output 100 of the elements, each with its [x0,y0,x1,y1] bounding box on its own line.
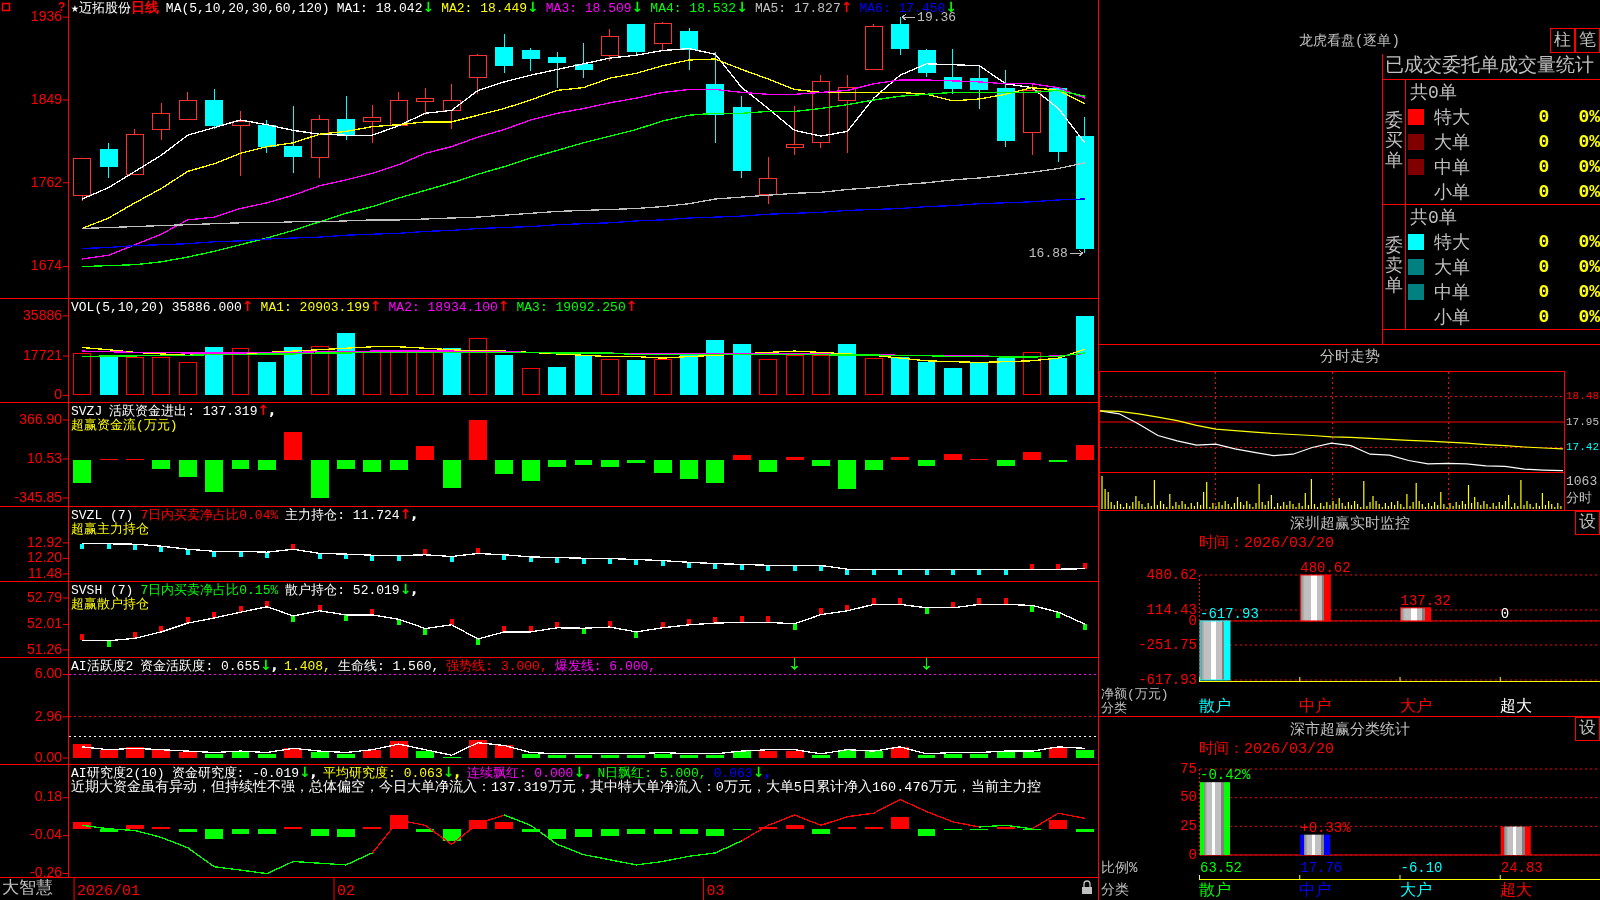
axis-label: 35886 [23,306,62,323]
order-count: 0 [1537,156,1551,177]
axis-title: 分类 [1100,881,1130,900]
axis-title: 分类 [1101,702,1128,716]
legend-text: SVSH (7) [71,583,134,598]
axis-label: 0 [1188,846,1197,863]
category-label: 大户 [1399,882,1433,900]
panel-title: 深市超赢分类统计 [1289,720,1410,739]
order-count: 0 [1537,132,1551,152]
category-label: 中户 [1299,882,1333,900]
date-text: 时间：2026/03/20 [1199,741,1334,758]
axis-label: 52.01 [26,615,62,632]
order-percent: 0% [1577,257,1600,277]
brand-name: 大智慧 [2,879,53,899]
legend-text: ↓ [299,765,311,780]
axis-label: -345.85 [14,488,62,505]
order-size-label: 大单 [1433,132,1471,154]
value-label: 63.52 [1200,860,1242,876]
axis-label: -251.75 [1138,636,1197,653]
legend-text: SVZJ [71,404,103,419]
order-count: 0 [1537,181,1551,202]
side-label: 委卖单 [1385,237,1403,297]
order-count: 0 [1537,257,1551,277]
category-label: 超大 [1499,882,1533,900]
axis-label: 17721 [23,346,62,363]
legend-text: 1.408, [284,659,331,674]
legend-text: MA3: 18.509 [545,1,632,16]
category-label: 超大 [1499,698,1533,716]
axis-label: -617.93 [1138,671,1197,688]
order-percent: 0% [1577,281,1600,302]
indicator-caption: 超赢资金流(万元) [71,418,178,433]
legend-text: , [454,765,460,780]
axis-title: 比例% [1101,860,1138,876]
axis-label: 52.79 [26,588,62,605]
legend-text: 0.063 [713,766,753,781]
legend-text: MA1: 18.042 [336,1,423,16]
price-label: 16.88 [1028,245,1068,261]
axis-label: 1063 [1566,473,1598,490]
axis-label: 12.92 [26,533,62,550]
axis-label: 分时 [1566,490,1593,507]
category-label: 中户 [1299,698,1333,716]
legend-text: , [585,765,591,780]
order-percent: 0% [1577,181,1600,202]
axis-label: 18.48 [1566,390,1599,403]
axis-label: 480.62 [1146,566,1197,583]
date-text: 时间：2026/03/20 [1199,535,1334,552]
legend-text: ↓ [442,765,455,780]
order-size-label: 中单 [1433,281,1471,304]
axis-label: 1674 [30,257,62,274]
legend-text: ↓ [422,0,435,15]
order-percent: 0% [1577,232,1600,253]
table-title: 已成交委托单成交量统计 [1383,54,1600,80]
value-label: -617.93 [1200,605,1259,622]
order-percent: 0% [1577,306,1600,327]
value-label: +0.33% [1300,819,1351,836]
value-label: 480.62 [1300,560,1351,576]
order-count: 0 [1537,306,1551,327]
order-percent: 0% [1577,156,1600,177]
axis-label: -0.26 [30,864,62,877]
side-label: 委买单 [1385,112,1403,172]
indicator-caption: 超赢主力持仓 [71,522,150,537]
axis-label: 25 [1180,818,1197,835]
legend-text: ↑ [369,299,382,314]
category-label: 散户 [1199,882,1232,900]
category-label: 散户 [1199,698,1232,716]
legend-text: ★迈拓股份 [71,1,131,16]
legend-text: , [310,765,317,780]
order-count: 0 [1537,281,1551,302]
value-label: 17.76 [1300,860,1343,876]
axis-label: 17.95 [1566,415,1599,428]
indicator-caption: 超赢散户持仓 [71,597,150,612]
axis-label: 1762 [30,173,62,190]
legend-text: MA(5,10,20,30,60,120) [165,1,330,16]
axis-label: 10.53 [26,449,62,466]
legend-text: MA3: 19092.250 [516,300,626,315]
legend-text: VOL(5,10,20) [71,300,165,315]
legend-text: ↑ [497,299,510,314]
axis-title: 净额(万元) [1101,688,1170,702]
legend-text: MA5: 17.827 [754,1,841,16]
order-percent: 0% [1577,107,1600,128]
legend-text: , [411,582,417,597]
order-size-label: 中单 [1433,156,1471,179]
order-total: 共0单 [1410,207,1457,230]
axis-label: 17.42 [1566,441,1599,454]
legend-text: ↑ [840,0,853,15]
axis-label: 50 [1180,789,1197,806]
legend-text: MA4: 18.532 [650,1,737,16]
order-size-label: 特大 [1433,232,1471,255]
order-count: 0 [1537,232,1551,253]
legend-text: ↓ [399,582,412,597]
axis-label: 51.26 [26,640,62,657]
axis-label: -0.04 [30,826,62,843]
legend-text: 活跃资金进出: 137.319 [109,404,258,419]
order-size-label: 小单 [1433,181,1471,204]
order-count: 0 [1537,107,1551,128]
axis-label: 0 [54,386,62,402]
legend-text: , [271,658,278,673]
legend-text: 强势线: 3.000, [446,659,548,674]
legend-text: 7日内买卖净占比0.04% [140,508,279,523]
legend-text: 资金活跃度: 0.655 [140,659,260,674]
